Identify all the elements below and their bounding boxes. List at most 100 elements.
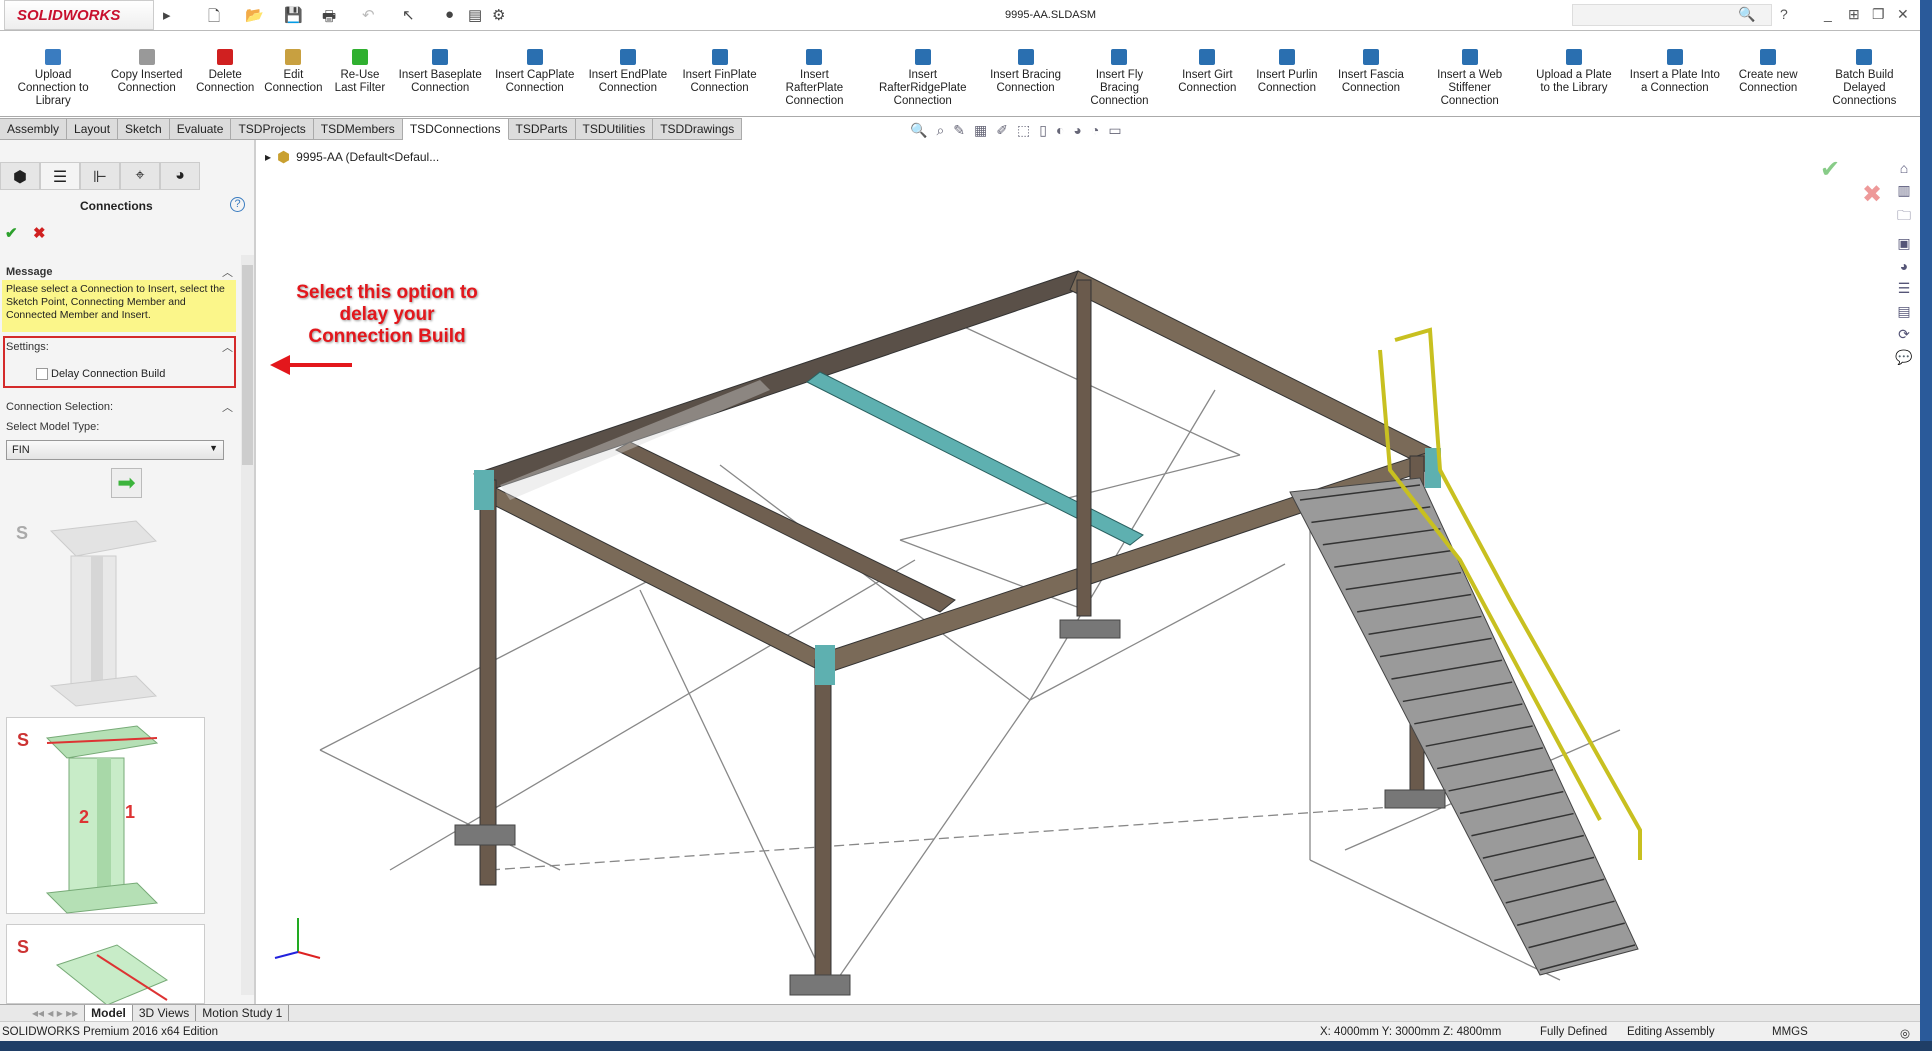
appearances-icon[interactable]: ◕ [1900,258,1908,274]
options-gear-icon[interactable]: ⚙ [492,6,505,24]
resources-icon[interactable]: ⟳ [1898,326,1910,343]
tab-3d-views[interactable]: 3D Views [133,1005,197,1021]
connection-selection-header[interactable]: Connection Selection: [6,401,113,413]
new-document-icon[interactable]: 🗋 [208,6,220,31]
solidworks-logo[interactable]: SOLIDWORKS [4,0,154,30]
collapse-selection-icon[interactable]: ︿ [222,399,233,415]
print-icon[interactable]: 🖶 [322,6,336,31]
configuration-manager-tab[interactable]: ⊩ [80,162,120,190]
tab-tsddrawings[interactable]: TSDDrawings [653,118,743,140]
tab-evaluate[interactable]: Evaluate [169,118,232,140]
search-icon[interactable]: 🔍 [1738,6,1755,23]
settings-header[interactable]: Settings: [6,341,49,353]
message-header[interactable]: Message [6,266,52,278]
delay-connection-build-checkbox[interactable] [36,368,48,380]
tab-tsdconnections[interactable]: TSDConnections [402,118,509,140]
save-icon[interactable]: 💾 [284,6,303,24]
ribbon-button-insert-rafterplate-connection[interactable]: Insert RafterPlate Connection [765,31,864,116]
minimize-icon[interactable]: _ [1824,6,1832,22]
tab-tsdparts[interactable]: TSDParts [508,118,576,140]
cancel-x-icon[interactable]: ✖ [33,224,46,242]
view-orientation-icon[interactable]: ⬚ [1017,122,1030,139]
hide-show-icon[interactable]: ◐ [1056,122,1064,139]
model-type-dropdown[interactable]: FIN ▼ [6,440,224,460]
menu-expand-icon[interactable]: ▸ [163,6,171,24]
tab-scroll-arrows[interactable]: ◂◂ ◂ ▸ ▸▸ [26,1005,86,1021]
file-explorer-icon[interactable]: 🗀 [1897,205,1911,229]
restore-icon[interactable]: ❐ [1872,6,1885,23]
solidworks-forum-icon[interactable]: ▤ [1897,303,1910,320]
panel-scrollbar[interactable] [241,255,254,995]
display-style-icon[interactable]: ▯ [1039,122,1047,139]
section-view-icon[interactable]: ▦ [974,122,987,139]
scrollbar-thumb[interactable] [242,265,253,465]
design-library-icon[interactable]: ▥ [1897,182,1910,199]
tab-motion-study[interactable]: Motion Study 1 [196,1005,290,1021]
close-icon[interactable]: ✕ [1897,6,1909,23]
file-properties-icon[interactable]: ▤ [468,6,482,24]
ribbon-button-insert-fly-bracing-connection[interactable]: Insert Fly Bracing Connection [1070,31,1169,116]
cancel-corner-icon[interactable]: ✖ [1862,180,1882,209]
collapse-settings-icon[interactable]: ︿ [222,339,233,355]
zoom-area-icon[interactable]: ⌕ [936,122,944,139]
tile-icon[interactable]: ⊞ [1848,6,1860,23]
scene-icon[interactable]: ◔ [1091,122,1099,139]
ribbon-button-insert-fascia-connection[interactable]: Insert Fascia Connection [1328,31,1413,116]
connection-thumbnail-2[interactable]: S 21 [6,717,205,914]
edit-appearance-icon[interactable]: ◕ [1073,122,1081,139]
dimxpert-tab[interactable]: ⌖ [120,162,160,190]
notifications-icon[interactable]: ◎ [1900,1026,1910,1040]
ribbon-button-copy-inserted-connection[interactable]: Copy Inserted Connection [102,31,191,116]
ribbon-button-insert-capplate-connection[interactable]: Insert CapPlate Connection [488,31,581,116]
view-palette-icon[interactable]: ▣ [1897,235,1910,252]
ok-check-icon[interactable]: ✔ [5,224,18,242]
ribbon-button-insert-girt-connection[interactable]: Insert Girt Connection [1169,31,1245,116]
select-icon[interactable]: ↖ [402,6,415,24]
home-icon[interactable]: ⌂ [1900,160,1908,176]
feature-tree-flyout[interactable]: ▸ ⬢ 9995-AA (Default<Defaul... [265,148,439,166]
tab-tsdutilities[interactable]: TSDUtilities [575,118,654,140]
ribbon-button-re-use-last-filter[interactable]: Re-Use Last Filter [327,31,392,116]
unit-system[interactable]: MMGS [1772,1026,1808,1038]
tab-model[interactable]: Model [85,1005,133,1021]
delay-connection-build-label[interactable]: Delay Connection Build [51,368,165,380]
view-settings-icon[interactable]: ▭ [1108,122,1121,139]
feature-manager-tab[interactable]: ⬢ [0,162,40,190]
custom-properties-icon[interactable]: ☰ [1898,280,1911,297]
ribbon-button-batch-build-delayed-connections[interactable]: Batch Build Delayed Connections [1809,31,1920,116]
undo-icon[interactable]: ↶ [362,6,375,24]
collapse-message-icon[interactable]: ︿ [222,264,233,280]
tab-tsdmembers[interactable]: TSDMembers [313,118,403,140]
ribbon-button-upload-a-plate-to-the-library[interactable]: Upload a Plate to the Library [1526,31,1622,116]
ribbon-button-insert-purlin-connection[interactable]: Insert Purlin Connection [1246,31,1329,116]
ribbon-button-edit-connection[interactable]: Edit Connection [259,31,327,116]
property-manager-tab[interactable]: ☰ [40,162,80,190]
ribbon-button-insert-rafterridgeplate-connection[interactable]: Insert RafterRidgePlate Connection [864,31,981,116]
ribbon-button-insert-a-web-stiffener-connection[interactable]: Insert a Web Stiffener Connection [1414,31,1526,116]
next-arrow-button[interactable]: ➡ [111,468,142,498]
help-icon[interactable]: ? [1780,6,1788,22]
ribbon-button-insert-finplate-connection[interactable]: Insert FinPlate Connection [674,31,764,116]
ribbon-button-insert-baseplate-connection[interactable]: Insert Baseplate Connection [392,31,488,116]
confirm-check-icon[interactable]: ✔ [1820,155,1840,184]
ribbon-button-insert-endplate-connection[interactable]: Insert EndPlate Connection [581,31,674,116]
ribbon-button-create-new-connection[interactable]: Create new Connection [1728,31,1809,116]
dynamic-annotation-icon[interactable]: ✐ [996,122,1008,139]
help-icon[interactable]: ? [230,197,245,212]
rebuild-icon[interactable]: ● [445,6,454,23]
tab-tsdprojects[interactable]: TSDProjects [231,118,314,140]
expand-arrow-icon[interactable]: ▸ [265,150,271,164]
ribbon-button-delete-connection[interactable]: Delete Connection [191,31,259,116]
connection-thumbnail-3[interactable]: S [6,924,205,1006]
connection-thumbnail-1[interactable]: S [6,511,205,708]
previous-view-icon[interactable]: ✎ [953,122,965,139]
ribbon-button-insert-bracing-connection[interactable]: Insert Bracing Connection [981,31,1069,116]
tab-sketch[interactable]: Sketch [118,118,170,140]
ribbon-button-upload-connection-to-library[interactable]: Upload Connection to Library [4,31,102,116]
tab-assembly[interactable]: Assembly [0,118,68,140]
tab-layout[interactable]: Layout [67,118,119,140]
open-icon[interactable]: 📂 [245,6,264,24]
chat-icon[interactable]: 💬 [1895,349,1912,366]
display-manager-tab[interactable]: ◕ [160,162,200,190]
zoom-to-fit-icon[interactable]: 🔍 [910,122,927,139]
